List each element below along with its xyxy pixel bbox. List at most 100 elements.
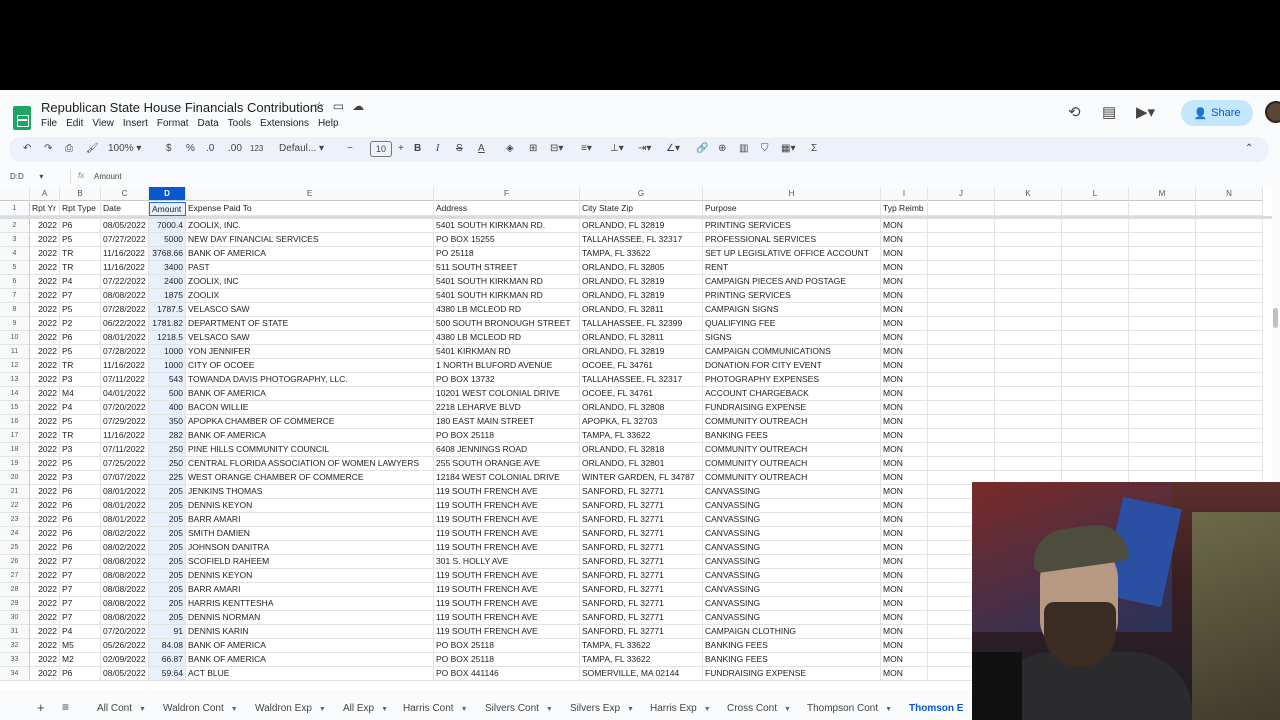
horizontal-align-icon[interactable]: ≡▾ xyxy=(581,143,592,154)
chevron-down-icon[interactable]: ▼ xyxy=(784,706,791,713)
cell-a[interactable]: 2022 xyxy=(30,653,60,667)
cell-g[interactable]: SOMERVILLE, MA 02144 xyxy=(580,667,703,681)
header-cell-k[interactable] xyxy=(995,202,1062,216)
cell-l[interactable] xyxy=(1062,359,1129,373)
cell-i[interactable]: MON xyxy=(881,303,928,317)
borders-icon[interactable]: ⊞ xyxy=(529,143,537,154)
sheet-tab[interactable]: Harris Exp ▼ xyxy=(650,703,711,714)
cell-i[interactable]: MON xyxy=(881,625,928,639)
sheet-tab[interactable]: Waldron Exp ▼ xyxy=(255,703,326,714)
chevron-down-icon[interactable]: ▼ xyxy=(381,706,388,713)
cell-a[interactable]: 2022 xyxy=(30,219,60,233)
cell-k[interactable] xyxy=(995,373,1062,387)
cell-d[interactable]: 5000 xyxy=(149,233,186,247)
cell-h[interactable]: DONATION FOR CITY EVENT xyxy=(703,359,881,373)
menu-help[interactable]: Help xyxy=(318,118,339,129)
cell-i[interactable]: MON xyxy=(881,667,928,681)
sheet-tab[interactable]: Harris Cont ▼ xyxy=(403,703,468,714)
cell-m[interactable] xyxy=(1129,233,1196,247)
filter-views-icon[interactable]: ▦▾ xyxy=(781,143,795,154)
cell-b[interactable]: P5 xyxy=(60,233,101,247)
cell-c[interactable]: 08/01/2022 xyxy=(101,513,149,527)
cell-l[interactable] xyxy=(1062,429,1129,443)
cell-l[interactable] xyxy=(1062,219,1129,233)
column-header-h[interactable]: H xyxy=(703,187,881,201)
cell-h[interactable]: CAMPAIGN SIGNS xyxy=(703,303,881,317)
currency-format-button[interactable]: $ xyxy=(166,143,172,154)
cell-b[interactable]: P6 xyxy=(60,499,101,513)
cell-d[interactable]: 66.87 xyxy=(149,653,186,667)
menu-view[interactable]: View xyxy=(92,118,114,129)
row-number[interactable]: 8 xyxy=(0,303,30,317)
cell-i[interactable]: MON xyxy=(881,499,928,513)
cell-a[interactable]: 2022 xyxy=(30,625,60,639)
cell-e[interactable]: ZOOLIX, INC. xyxy=(186,219,434,233)
increase-decimal-button[interactable]: .00 xyxy=(228,143,242,154)
cell-a[interactable]: 2022 xyxy=(30,289,60,303)
cell-f[interactable]: 5401 SOUTH KIRKMAN RD xyxy=(434,289,580,303)
cell-m[interactable] xyxy=(1129,359,1196,373)
cell-a[interactable]: 2022 xyxy=(30,429,60,443)
cell-l[interactable] xyxy=(1062,289,1129,303)
cell-f[interactable]: 119 SOUTH FRENCH AVE xyxy=(434,583,580,597)
row-number[interactable]: 24 xyxy=(0,527,30,541)
cell-j[interactable] xyxy=(928,317,995,331)
cell-j[interactable] xyxy=(928,219,995,233)
cell-k[interactable] xyxy=(995,429,1062,443)
cell-c[interactable]: 06/22/2022 xyxy=(101,317,149,331)
cell-e[interactable]: VELSACO SAW xyxy=(186,331,434,345)
cell-a[interactable]: 2022 xyxy=(30,443,60,457)
cell-h[interactable]: CANVASSING xyxy=(703,597,881,611)
cell-j[interactable] xyxy=(928,289,995,303)
cell-k[interactable] xyxy=(995,359,1062,373)
cell-h[interactable]: SIGNS xyxy=(703,331,881,345)
cell-i[interactable]: MON xyxy=(881,401,928,415)
cell-n[interactable] xyxy=(1196,289,1263,303)
cell-g[interactable]: TALLAHASSEE, FL 32317 xyxy=(580,233,703,247)
row-number[interactable]: 25 xyxy=(0,541,30,555)
cell-f[interactable]: 511 SOUTH STREET xyxy=(434,261,580,275)
row-number[interactable]: 4 xyxy=(0,247,30,261)
cell-b[interactable]: P7 xyxy=(60,611,101,625)
cell-f[interactable]: 4380 LB MCLEOD RD xyxy=(434,331,580,345)
cell-a[interactable]: 2022 xyxy=(30,275,60,289)
cell-a[interactable]: 2022 xyxy=(30,597,60,611)
cell-g[interactable]: SANFORD, FL 32771 xyxy=(580,625,703,639)
cell-e[interactable]: DENNIS KEYON xyxy=(186,499,434,513)
cell-c[interactable]: 11/16/2022 xyxy=(101,261,149,275)
column-header-n[interactable]: N xyxy=(1196,187,1263,201)
cell-f[interactable]: 4380 LB MCLEOD RD xyxy=(434,303,580,317)
cell-f[interactable]: 10201 WEST COLONIAL DRIVE xyxy=(434,387,580,401)
formula-input[interactable]: Amount xyxy=(94,172,122,181)
cell-c[interactable]: 08/01/2022 xyxy=(101,485,149,499)
cell-f[interactable]: 119 SOUTH FRENCH AVE xyxy=(434,527,580,541)
cell-i[interactable]: MON xyxy=(881,261,928,275)
cell-g[interactable]: SANFORD, FL 32771 xyxy=(580,513,703,527)
italic-button[interactable]: I xyxy=(436,143,439,154)
cell-d[interactable]: 205 xyxy=(149,499,186,513)
cell-f[interactable]: 119 SOUTH FRENCH AVE xyxy=(434,569,580,583)
row-number[interactable]: 16 xyxy=(0,415,30,429)
cell-b[interactable]: P6 xyxy=(60,513,101,527)
cell-c[interactable]: 08/05/2022 xyxy=(101,667,149,681)
cell-k[interactable] xyxy=(995,387,1062,401)
cell-g[interactable]: SANFORD, FL 32771 xyxy=(580,569,703,583)
cell-d[interactable]: 350 xyxy=(149,415,186,429)
column-header-i[interactable]: I xyxy=(881,187,928,201)
cell-a[interactable]: 2022 xyxy=(30,667,60,681)
cell-b[interactable]: P7 xyxy=(60,289,101,303)
cell-h[interactable]: CANVASSING xyxy=(703,513,881,527)
print-icon[interactable]: ⎙ xyxy=(65,143,73,154)
cell-k[interactable] xyxy=(995,219,1062,233)
vertical-scrollbar[interactable] xyxy=(1273,308,1278,328)
cell-b[interactable]: P7 xyxy=(60,583,101,597)
cell-i[interactable]: MON xyxy=(881,611,928,625)
cell-a[interactable]: 2022 xyxy=(30,499,60,513)
cell-d[interactable]: 250 xyxy=(149,457,186,471)
cell-i[interactable]: MON xyxy=(881,219,928,233)
cell-g[interactable]: SANFORD, FL 32771 xyxy=(580,597,703,611)
row-number[interactable]: 21 xyxy=(0,485,30,499)
cell-b[interactable]: P5 xyxy=(60,457,101,471)
cell-a[interactable]: 2022 xyxy=(30,303,60,317)
cell-b[interactable]: P6 xyxy=(60,219,101,233)
